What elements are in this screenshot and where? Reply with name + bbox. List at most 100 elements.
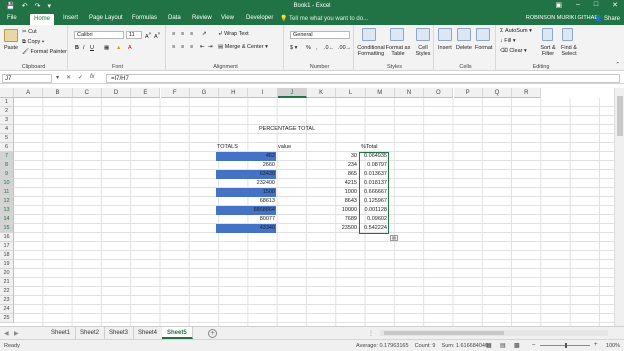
copy-button[interactable]: ⧉ Copy ▾ (22, 39, 44, 46)
format-painter-button[interactable]: 🖌 Format Painter (22, 49, 67, 55)
row-header[interactable]: 25 (0, 314, 14, 323)
sheet-tab-5[interactable]: Sheet5 (162, 327, 193, 339)
totals-cell[interactable]: 43340 (216, 224, 276, 233)
row-header[interactable]: 23 (0, 296, 14, 305)
totals-cell[interactable]: 2660 (216, 161, 276, 170)
zoom-in-icon[interactable]: + (594, 342, 598, 348)
new-sheet-icon[interactable]: + (208, 329, 217, 338)
row-header[interactable]: 22 (0, 287, 14, 296)
bold-icon[interactable]: B (75, 45, 79, 51)
insert-cells-icon[interactable] (438, 28, 452, 41)
column-header[interactable]: R (512, 88, 542, 98)
totals-cell[interactable]: 1500 (216, 188, 276, 197)
column-header[interactable]: G (189, 88, 220, 98)
fill-button[interactable]: ↓ Fill ▾ (500, 38, 516, 44)
font-name-select[interactable]: Calibri (74, 31, 124, 39)
cell-styles-button[interactable]: Cell Styles (412, 45, 434, 57)
row-header[interactable]: 9 (0, 170, 14, 179)
tell-me-box[interactable]: 💡 Tell me what you want to do... (280, 15, 368, 22)
tab-file[interactable]: File (7, 15, 17, 21)
conditional-formatting-icon[interactable] (362, 28, 376, 41)
paste-button[interactable]: Paste (4, 45, 18, 51)
user-name[interactable]: ROBINSON MURIKI GITHAE (526, 15, 598, 21)
totals-cell[interactable]: 232400 (216, 179, 276, 188)
row-header[interactable]: 13 (0, 206, 14, 215)
sheet-tab-1[interactable]: Sheet1 (46, 327, 77, 339)
decrease-indent-icon[interactable]: ⇤ (200, 44, 205, 50)
collapse-ribbon-icon[interactable]: ⌃ (615, 62, 620, 68)
column-header[interactable]: E (131, 88, 161, 98)
header-pct-total[interactable]: %Total (360, 143, 379, 152)
next-sheet-icon[interactable]: ▶ (14, 330, 19, 337)
vertical-scroll-thumb[interactable] (617, 96, 623, 136)
column-header[interactable]: D (101, 88, 132, 98)
number-format-select[interactable]: General (290, 31, 350, 39)
cell-styles-icon[interactable] (416, 28, 430, 41)
sheet-heading[interactable]: PERCENTAGE TOTAL (258, 125, 316, 134)
worksheet-grid[interactable]: ABCDEFGHIJKLMNOPQR 1 2 3 4 5 6 7 8 9 10 11 12 13 14 15… (0, 88, 614, 326)
maximize-icon[interactable]: □ (594, 1, 598, 9)
name-box[interactable]: J7 (2, 74, 52, 83)
prev-sheet-icon[interactable]: ◀ (4, 330, 9, 337)
align-left-icon[interactable]: ≡ (172, 44, 175, 50)
column-header[interactable]: H (219, 88, 249, 98)
percent-style-icon[interactable]: % (306, 45, 311, 51)
row-header[interactable]: 4 (0, 125, 14, 134)
merge-center-button[interactable]: ▤ Merge & Center ▾ (218, 44, 268, 50)
column-header[interactable]: P (453, 88, 483, 98)
conditional-formatting-button[interactable]: Conditional Formatting (356, 45, 386, 57)
tab-review[interactable]: Review (192, 15, 212, 21)
formula-input[interactable]: =I7/H7 (106, 74, 620, 83)
close-icon[interactable]: ✕ (612, 1, 618, 9)
tab-view[interactable]: View (221, 15, 234, 21)
row-header[interactable]: 5 (0, 134, 14, 143)
page-break-view-icon[interactable]: ▩ (514, 342, 520, 349)
find-select-button[interactable]: Find & Select (558, 45, 580, 57)
name-box-dropdown-icon[interactable]: ▾ (56, 74, 59, 81)
row-header[interactable]: 2 (0, 107, 14, 116)
increase-font-icon[interactable]: A˄ (145, 31, 151, 40)
zoom-level[interactable]: 100% (606, 343, 620, 349)
vertical-scrollbar[interactable] (614, 88, 624, 326)
value-cell[interactable]: 7689 (300, 215, 358, 224)
paste-icon[interactable] (4, 29, 18, 42)
column-header[interactable]: L (336, 88, 366, 98)
row-header[interactable]: 7 (0, 152, 14, 161)
totals-cell[interactable]: 462 (216, 152, 276, 161)
tab-data[interactable]: Data (168, 15, 181, 21)
format-cells-icon[interactable] (476, 28, 490, 41)
tab-page-layout[interactable]: Page Layout (89, 15, 123, 21)
totals-cell[interactable]: 68613 (216, 197, 276, 206)
autosum-button[interactable]: Σ AutoSum ▾ (500, 28, 532, 34)
sheet-tab-3[interactable]: Sheet3 (104, 327, 135, 339)
column-header[interactable]: A (14, 88, 44, 98)
column-header[interactable]: I (248, 88, 278, 98)
value-cell[interactable]: 23500 (300, 224, 358, 233)
sort-filter-icon[interactable] (542, 28, 553, 41)
minimize-icon[interactable]: – (576, 1, 580, 9)
format-as-table-icon[interactable] (390, 28, 404, 41)
horizontal-scroll-thumb[interactable] (384, 331, 504, 335)
cut-button[interactable]: ✂ Cut (22, 29, 37, 35)
value-cell[interactable]: 8643 (300, 197, 358, 206)
orientation-icon[interactable]: ⇗ (202, 31, 207, 37)
tab-developer[interactable]: Developer (246, 15, 273, 21)
column-header[interactable]: B (43, 88, 73, 98)
row-header[interactable]: 3 (0, 116, 14, 125)
row-header[interactable]: 19 (0, 260, 14, 269)
ribbon-display-options-icon[interactable]: ▣ (555, 1, 562, 9)
value-cell[interactable]: 30 (300, 152, 358, 161)
totals-cell[interactable]: 80077 (216, 215, 276, 224)
zoom-out-icon[interactable]: – (532, 342, 535, 348)
value-cell[interactable]: 1000 (300, 188, 358, 197)
horizontal-scrollbar[interactable] (380, 330, 608, 336)
row-header[interactable]: 11 (0, 188, 14, 197)
column-header[interactable]: Q (482, 88, 513, 98)
decrease-font-icon[interactable]: A˅ (154, 31, 160, 40)
totals-cell[interactable]: 63430 (216, 170, 276, 179)
value-cell[interactable]: 4215 (300, 179, 358, 188)
align-right-icon[interactable]: ≡ (190, 44, 193, 50)
underline-icon[interactable]: U (90, 45, 94, 51)
wrap-text-button[interactable]: ↲ Wrap Text (218, 31, 249, 37)
row-header[interactable]: 6 (0, 143, 14, 152)
